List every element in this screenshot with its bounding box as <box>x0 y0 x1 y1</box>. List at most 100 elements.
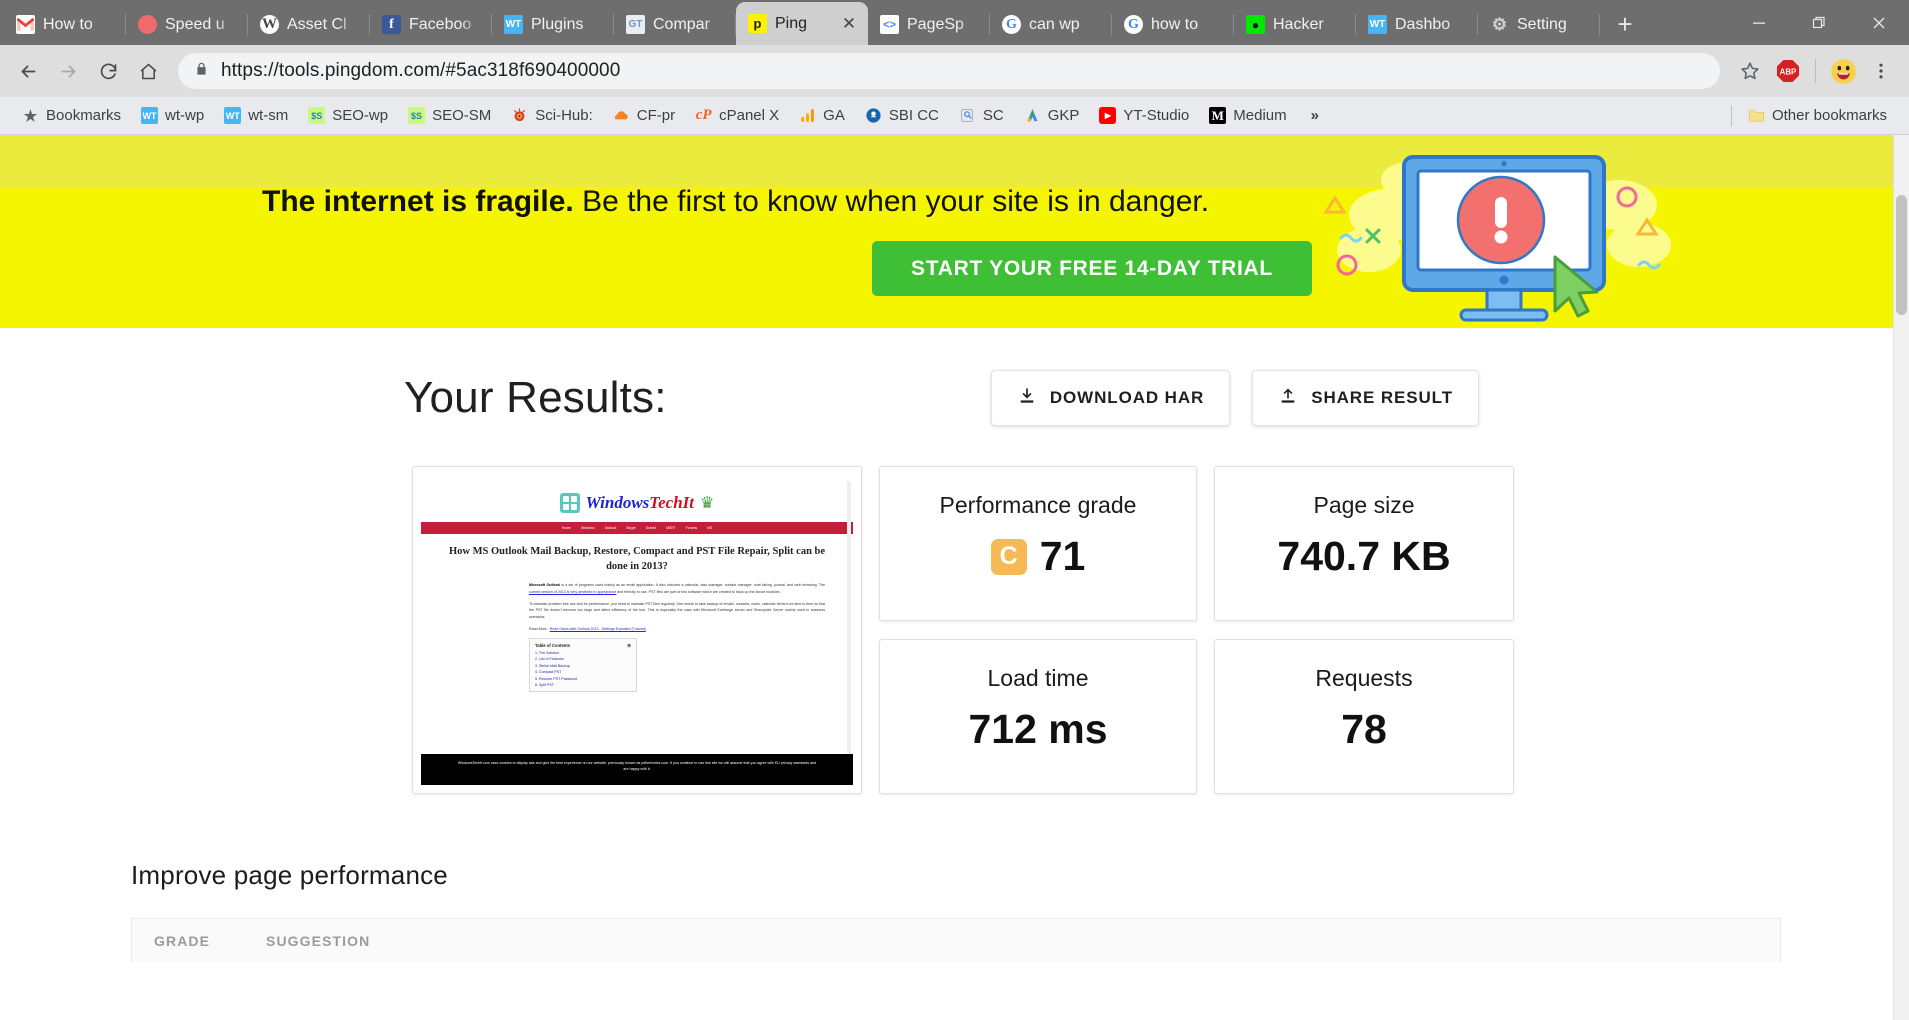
results-header-row: Your Results: DOWNLOAD HAR SHARE RESULT <box>404 370 1479 426</box>
adblock-plus-icon[interactable]: ABP <box>1770 53 1806 89</box>
load-time-card: Load time 712 ms <box>879 638 1197 794</box>
thumbnail-nav-item: Forums <box>685 526 698 530</box>
browser-tab[interactable]: <> PageSp <box>868 4 990 45</box>
bookmark-label: cPanel X <box>719 107 780 124</box>
reload-button[interactable] <box>90 53 126 89</box>
minimize-button[interactable] <box>1729 0 1789 45</box>
browser-tab[interactable]: Speed u <box>126 4 248 45</box>
search-console-icon <box>959 107 976 124</box>
section-title: Improve page performance <box>131 860 448 890</box>
thumbnail-scrollbar <box>847 481 851 765</box>
browser-tab[interactable]: GT Compar <box>614 4 736 45</box>
bookmark-item-seo-sm[interactable]: $S SEO-SM <box>398 101 501 131</box>
browser-tab[interactable]: W Asset Cl <box>248 4 370 45</box>
scihub-icon <box>511 107 528 124</box>
chrome-menu-icon[interactable] <box>1863 53 1899 89</box>
card-label: Page size <box>1313 492 1415 518</box>
bookmark-item-sci-hub[interactable]: Sci-Hub: <box>501 101 603 131</box>
bookmark-item-sbi-cc[interactable]: SBI CC <box>855 101 949 131</box>
bookmark-item-wt-sm[interactable]: WT wt-sm <box>214 101 298 131</box>
gt-icon: GT <box>626 15 645 34</box>
site-screenshot-thumbnail[interactable]: WindowsTechIt ♛ Home Windows Outlook Sky… <box>412 466 862 794</box>
tab-label: Ping <box>775 14 808 32</box>
thumbnail-nav: Home Windows Outlook Skype Solved MSRT F… <box>421 522 853 534</box>
bookmark-label: wt-sm <box>248 107 289 124</box>
tab-strip: How to Speed u W Asset Cl f Faceboo WT P… <box>0 0 1909 45</box>
toc-item: 6. Split PST <box>535 683 554 688</box>
tab-label: Plugins <box>531 15 584 33</box>
bookmark-item-wt-wp[interactable]: WT wt-wp <box>131 101 214 131</box>
svg-text:ABP: ABP <box>1780 68 1797 77</box>
toc-toggle-icon: ☰ <box>627 643 631 649</box>
toc-item: 3. Stellar Mail Backup <box>535 663 570 668</box>
tab-label: Hacker <box>1273 15 1324 33</box>
bookmark-label: Bookmarks <box>46 107 122 124</box>
thumbnail-logo: WindowsTechIt ♛ <box>421 475 853 513</box>
bookmarks-overflow-button[interactable]: » <box>1297 101 1333 131</box>
forward-button[interactable] <box>50 53 86 89</box>
browser-tab[interactable]: ● Hacker <box>1234 4 1356 45</box>
browser-tab[interactable]: G how to <box>1112 4 1234 45</box>
card-label: Load time <box>987 664 1089 691</box>
address-bar-url: https://tools.pingdom.com/#5ac318f690400… <box>221 60 621 81</box>
bookmark-item-gkp[interactable]: GKP <box>1014 101 1090 131</box>
bookmark-item-cpanel[interactable]: cP cPanel X <box>685 101 789 131</box>
profile-avatar[interactable] <box>1825 53 1861 89</box>
tab-label: how to <box>1151 15 1199 33</box>
folder-icon <box>1748 107 1765 124</box>
new-tab-button[interactable]: + <box>1606 5 1644 43</box>
browser-tab[interactable]: G can wp <box>990 4 1112 45</box>
thumbnail-nav-item: Solved <box>645 526 657 530</box>
back-button[interactable] <box>10 53 46 89</box>
bookmark-item-ga[interactable]: GA <box>789 101 855 131</box>
page-viewport: The internet is fragile. Be the first to… <box>0 135 1909 1020</box>
bookmark-item-seo-wp[interactable]: $S SEO-wp <box>298 101 398 131</box>
requests-value: 78 <box>1341 705 1387 752</box>
close-button[interactable] <box>1849 0 1909 45</box>
browser-tab-active[interactable]: p Ping ✕ <box>736 2 868 45</box>
address-bar[interactable]: https://tools.pingdom.com/#5ac318f690400… <box>178 53 1720 89</box>
bookmark-label: SEO-SM <box>432 107 492 124</box>
browser-tab[interactable]: How to <box>4 4 126 45</box>
thumbnail-nav-item: MS <box>707 526 713 530</box>
share-result-button[interactable]: SHARE RESULT <box>1252 370 1479 426</box>
cpanel-icon: cP <box>695 107 712 123</box>
start-free-trial-button[interactable]: START YOUR FREE 14-DAY TRIAL <box>872 241 1312 297</box>
bookmark-item-yt-studio[interactable]: ▶ YT-Studio <box>1089 101 1199 131</box>
thumbnail-paragraph: To maintain problem-free use and for per… <box>529 602 825 619</box>
thumbnail-nav-item: Home <box>561 526 571 530</box>
other-bookmarks-button[interactable]: Other bookmarks <box>1738 101 1897 131</box>
download-icon <box>1017 386 1037 411</box>
bookmark-item-medium[interactable]: M Medium <box>1199 101 1296 131</box>
thumbnail-body: Microsoft Outlook is a set of programs u… <box>421 574 853 632</box>
suggestions-table-header: GRADE SUGGESTION <box>131 918 1781 962</box>
home-button[interactable] <box>130 53 166 89</box>
thumbnail-site-name: WindowsTechIt <box>585 493 694 512</box>
bookmark-item-bookmarks[interactable]: ★ Bookmarks <box>12 101 131 131</box>
thumbnail-render: WindowsTechIt ♛ Home Windows Outlook Sky… <box>421 475 853 785</box>
tab-label: PageSp <box>907 15 964 33</box>
tab-label: How to <box>43 15 93 33</box>
wt-icon: WT <box>141 107 159 124</box>
browser-tab[interactable]: ⚙ Setting <box>1478 4 1600 45</box>
ss-icon: $S <box>408 107 426 124</box>
promo-banner: The internet is fragile. Be the first to… <box>0 135 1909 328</box>
bookmark-item-cf-pr[interactable]: CF-pr <box>603 101 685 131</box>
medium-icon: M <box>1209 107 1227 124</box>
wt-icon: WT <box>1368 15 1387 34</box>
bookmark-label: GA <box>823 107 845 124</box>
card-label: Requests <box>1315 664 1413 691</box>
tab-close-icon[interactable]: ✕ <box>840 15 858 33</box>
bookmark-star-icon[interactable] <box>1732 53 1768 89</box>
bookmark-item-sc[interactable]: SC <box>949 101 1014 131</box>
restore-button[interactable] <box>1789 0 1849 45</box>
thumbnail-read-more: Read More : Read Gains with Outlook 2013… <box>529 626 646 631</box>
browser-tab[interactable]: WT Dashbo <box>1356 4 1478 45</box>
tab-label: can wp <box>1029 15 1080 33</box>
browser-tab[interactable]: WT Plugins <box>492 4 614 45</box>
ss-icon: $S <box>308 107 326 124</box>
browser-tab[interactable]: f Faceboo <box>370 4 492 45</box>
window-controls <box>1729 0 1909 45</box>
bookmark-label: SEO-wp <box>332 107 389 124</box>
download-har-button[interactable]: DOWNLOAD HAR <box>990 370 1231 426</box>
